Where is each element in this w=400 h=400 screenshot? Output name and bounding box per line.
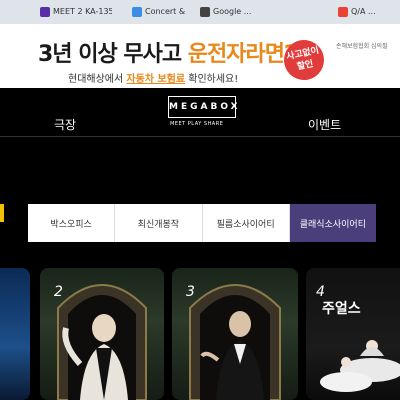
banner-headline-highlight: 운전자라면? xyxy=(187,42,297,67)
browser-tab[interactable]: Q/A ... xyxy=(338,3,398,21)
browser-tab[interactable]: Google ... xyxy=(200,3,264,21)
browser-tab[interactable]: MEET 2 KA-135 ... xyxy=(40,3,112,21)
site-icon xyxy=(132,7,142,17)
tab-label: Concert & ... xyxy=(145,7,188,16)
poster-rank: 3 xyxy=(186,284,195,300)
banner-subtitle: 현대해상에서 자동차 보험료 확인하세요! xyxy=(68,70,238,85)
site-icon xyxy=(338,7,348,17)
tab-classic-society[interactable]: 클래식소사이어티 xyxy=(289,204,376,242)
browser-tab[interactable]: Concert & ... xyxy=(132,3,188,21)
tab-new-releases[interactable]: 최신개봉작 xyxy=(115,204,203,242)
browser-tab-bar: MEET 2 KA-135 ... Concert & ... Google .… xyxy=(0,0,400,25)
tab-label: MEET 2 KA-135 ... xyxy=(53,7,112,16)
site-icon xyxy=(200,7,210,17)
banner-headline: 3년 이상 무사고 운전자라면? xyxy=(38,36,297,68)
tab-film-society[interactable]: 필름소사이어티 xyxy=(203,204,290,242)
tab-boxoffice[interactable]: 박스오피스 xyxy=(28,204,116,242)
logo-tagline: MEET PLAY SHARE xyxy=(170,121,224,127)
nav-item-theater[interactable]: 극장 xyxy=(54,116,76,133)
poster-card[interactable] xyxy=(0,268,30,400)
megabox-logo[interactable]: MEGABOX xyxy=(168,96,238,118)
banner-sub-prefix: 현대해상에서 xyxy=(68,74,127,85)
poster-title: 주얼스 xyxy=(322,301,361,317)
banner-headline-text: 3년 이상 무사고 xyxy=(38,42,188,67)
tab-label: Google ... xyxy=(213,7,252,16)
poster-card[interactable]: 3 xyxy=(172,268,298,400)
category-tabs: 박스오피스 최신개봉작 필름소사이어티 클래식소사이어티 xyxy=(28,204,376,242)
poster-carousel: 2 3 4 주얼스 xyxy=(0,268,400,400)
site-icon xyxy=(40,7,50,17)
banner-sub-highlight: 자동차 보험료 xyxy=(126,74,186,85)
nav-item-event[interactable]: 이벤트 xyxy=(308,116,341,133)
poster-rank: 2 xyxy=(54,284,63,300)
tab-label: Q/A ... xyxy=(351,7,376,16)
poster-card[interactable]: 4 주얼스 xyxy=(306,268,400,400)
accent-marker xyxy=(0,204,4,222)
poster-card[interactable]: 2 xyxy=(40,268,164,400)
banner-fine-print: 손해보험협회 심의필 xyxy=(336,43,388,50)
banner-sub-suffix: 확인하세요! xyxy=(185,74,239,85)
